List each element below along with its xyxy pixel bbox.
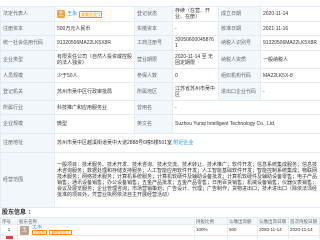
table-row: 1 王 王永 大股东 最终受益人 100% 500 2050-11-14 202… — [0, 225, 320, 236]
row-index: 1 — [0, 225, 18, 236]
label-region: 所属地区 — [134, 82, 173, 101]
info-row: 企业规模 微型 英文名 Suzhou Yunqi Intelligent Tec… — [0, 114, 320, 134]
label-organization-code: 组织机构代码 — [218, 68, 261, 83]
column-header-amount[interactable]: 认缴出资额 — [228, 217, 258, 225]
company-info-page: 法定代表人 王王永 关联企业 1 登记状态 存续（在营、开业、在册） 成立日期 2… — [0, 0, 320, 240]
info-row: 所属行业 科技推广和应用服务业 曾用名 - — [0, 100, 320, 115]
info-row: 统一社会信用代码 91320506MA22LK5X8R 工商注册号 320506… — [0, 35, 320, 51]
value-english-name: Suzhou Yunqi Intelligent Technology Co.,… — [172, 114, 320, 134]
label-english-name: 英文名 — [134, 114, 173, 134]
shareholders-header: 股东信息 1 — [0, 208, 320, 217]
value-registration-authority: 苏州市吴中区行政审批局 — [54, 82, 135, 101]
label-business-registration-number: 工商注册号 — [134, 35, 173, 51]
subscribed-amount: 500 — [228, 225, 258, 236]
shareholder-cell: 王 王永 大股东 最终受益人 — [18, 225, 195, 236]
cell-partial — [289, 236, 320, 239]
value-taxpayer-qualification: 一般纳税人 — [260, 50, 320, 69]
column-header-first-date[interactable]: 首次持股日期 — [289, 217, 320, 225]
value-established-date: 2020-11-14 — [260, 6, 320, 22]
value-legal-representative: 王王永 关联企业 1 — [54, 6, 135, 22]
label-established-date: 成立日期 — [218, 6, 261, 22]
value-industry: 科技推广和应用服务业 — [54, 100, 135, 115]
label-credit-code: 统一社会信用代码 — [0, 35, 55, 51]
label-registration-authority: 登记机关 — [0, 82, 55, 101]
label-business-scope: 经营范围 — [0, 152, 55, 208]
value-organization-code: MA22LK5X-8 — [260, 68, 320, 83]
label-company-scale: 企业规模 — [0, 114, 55, 134]
label-former-name: 曾用名 — [134, 100, 173, 115]
value-import-export-code: - — [260, 82, 320, 101]
shareholder-info: 王永 大股东 最终受益人 — [32, 225, 74, 235]
info-row: 经营范围 一般项目：技术服务、技术开发、技术咨询、技术交流、技术转让、技术推广；… — [0, 152, 320, 208]
value-registered-capital: 500万元人民币 — [54, 21, 135, 36]
column-header-index: 序号 — [0, 217, 18, 225]
info-row: 注册地址 苏州市吴中区越溪街道吴中大道2888号6幢5楼501室 附近企业 — [0, 133, 320, 153]
major-shareholder-tag: 大股东 — [32, 230, 48, 235]
subscribe-date: 2050-11-14 — [258, 225, 289, 236]
cell-partial — [228, 236, 258, 239]
value-region: 江苏省苏州市吴中区 — [172, 82, 219, 101]
first-holding-date: 2020-11-14 — [289, 225, 320, 236]
label-legal-representative: 法定代表人 — [0, 6, 55, 22]
info-row: 人员规模 少于50人 参保人数 0 组织机构代码 MA22LK5X-8 — [0, 68, 320, 83]
value-insured-count: 0 — [172, 68, 219, 83]
label-business-term: 营业期限 — [134, 50, 173, 69]
label-taxpayer-qualification: 纳税人资质 — [218, 50, 261, 69]
value-credit-code: 91320506MA22LK5X8R — [54, 35, 135, 51]
shareholder-avatar[interactable]: 王 — [20, 225, 29, 235]
value-former-name: - — [172, 100, 320, 115]
column-header-ratio[interactable]: 持股比例 — [195, 217, 228, 225]
row-index-partial — [0, 236, 18, 239]
basic-info-table: 法定代表人 王王永 关联企业 1 登记状态 存续（在营、开业、在册） 成立日期 2… — [0, 6, 320, 208]
label-paid-in-capital: 实缴资本 — [134, 21, 173, 36]
table-row-partial — [0, 236, 320, 239]
label-registration-status: 登记状态 — [134, 6, 173, 22]
info-row: 注册资本 500万元人民币 实缴资本 - 核准日期 2021-11-16 — [0, 21, 320, 36]
nearby-companies-link[interactable]: 附近企业 — [173, 140, 193, 146]
beneficial-owner-tag: 最终受益人 — [49, 230, 73, 235]
column-header-subscribe-date[interactable]: 认缴出资日期 — [258, 217, 289, 225]
label-registered-address: 注册地址 — [0, 133, 55, 153]
info-row: 企业类型 有限责任公司（自然人投资或控股的法人独资） 营业期限 2020-11-… — [0, 50, 320, 69]
label-staff-size: 人员规模 — [0, 68, 55, 83]
shareholders-table-header: 序号 股东名称 持股比例 认缴出资额 认缴出资日期 首次持股日期 — [0, 217, 320, 225]
info-row: 登记机关 苏州市吴中区行政审批局 所属地区 江苏省苏州市吴中区 进出口企业代码 … — [0, 82, 320, 101]
shareholder-tags: 大股东 最终受益人 — [32, 230, 74, 235]
shareholders-title: 股东信息 — [2, 209, 27, 216]
shareholders-count: 1 — [28, 209, 32, 216]
value-registered-address: 苏州市吴中区越溪街道吴中大道2888号6幢5楼501室 附近企业 — [54, 133, 320, 153]
info-row: 法定代表人 王王永 关联企业 1 登记状态 存续（在营、开业、在册） 成立日期 2… — [0, 6, 320, 22]
shareholder-cell-partial — [18, 236, 195, 239]
related-companies-tag[interactable]: 关联企业 1 — [79, 10, 103, 18]
value-staff-size: 少于50人 — [54, 68, 135, 83]
value-approval-date: 2021-11-16 — [260, 21, 320, 36]
value-company-scale: 微型 — [54, 114, 135, 134]
legal-representative-link[interactable]: 王永 — [67, 11, 77, 17]
person-avatar[interactable]: 王 — [57, 10, 65, 18]
cell-partial — [258, 236, 289, 239]
value-taxpayer-id: 91320506MA22LK5X8R — [260, 35, 320, 51]
value-paid-in-capital: - — [172, 21, 219, 36]
value-business-scope: 一般项目：技术服务、技术开发、技术咨询、技术交流、技术转让、技术推广；软件开发；… — [54, 152, 320, 208]
label-taxpayer-id: 纳税人识别号 — [218, 35, 261, 51]
label-import-export-code: 进出口企业代码 — [218, 82, 261, 101]
value-registration-status: 存续（在营、开业、在册） — [172, 6, 219, 22]
cell-partial — [195, 236, 228, 239]
shareholding-ratio: 100% — [195, 225, 228, 236]
label-registered-capital: 注册资本 — [0, 21, 55, 36]
address-text: 苏州市吴中区越溪街道吴中大道2888号6幢5楼501室 — [57, 140, 173, 146]
label-industry: 所属行业 — [0, 100, 55, 115]
label-company-type: 企业类型 — [0, 50, 55, 69]
label-insured-count: 参保人数 — [134, 68, 173, 83]
column-header-name: 股东名称 — [18, 217, 195, 225]
value-company-type: 有限责任公司（自然人投资或控股的法人独资） — [54, 50, 135, 69]
company-logo-icon — [5, 236, 13, 239]
label-approval-date: 核准日期 — [218, 21, 261, 36]
value-business-registration-number: 320506000458761 — [172, 35, 219, 51]
shareholders-section: 股东信息 1 序号 股东名称 持股比例 认缴出资额 认缴出资日期 首次持股日期 … — [0, 208, 320, 240]
value-business-term: 2020-11-14 至 无固定期限 — [172, 50, 219, 69]
